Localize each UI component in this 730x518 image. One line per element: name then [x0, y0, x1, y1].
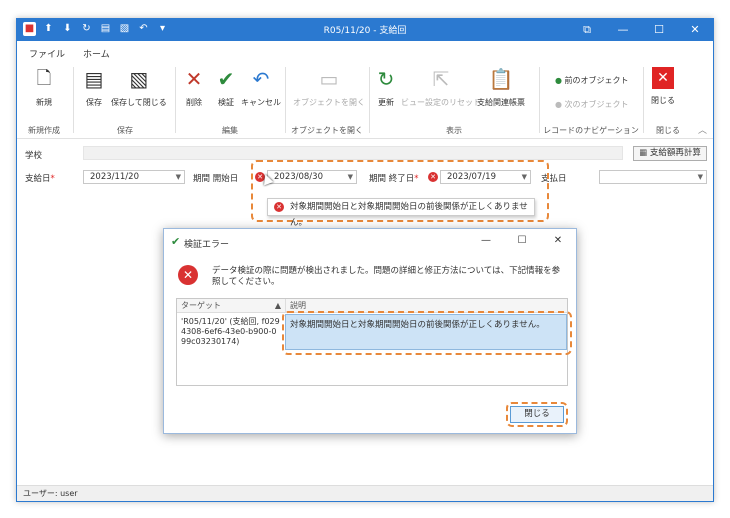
undo-arrow-icon: ↶ — [252, 67, 270, 91]
pay-date-field[interactable]: 2023/11/20 ▼ — [83, 170, 185, 184]
validation-tooltip: ✕ 対象期間開始日と対象期間開始日の前後関係が正しくありません。 — [267, 198, 535, 228]
report-button[interactable]: 📋 支給関連帳票 — [477, 67, 525, 108]
prev-object-button[interactable]: ● 前のオブジェクト — [555, 75, 629, 86]
ribbon-divider — [73, 67, 74, 133]
dialog-window-controls: — ☐ ✕ — [468, 229, 576, 253]
maximize-button[interactable]: ☐ — [641, 19, 677, 41]
cancel-button[interactable]: ↶ キャンセル — [241, 67, 281, 108]
group-new-create: 新規作成 — [28, 126, 60, 135]
group-edit: 編集 — [222, 126, 238, 135]
open-object-icon: ▭ — [319, 67, 339, 91]
ribbon-divider — [643, 67, 644, 133]
ribbon-divider — [369, 67, 370, 133]
ribbon-divider — [539, 67, 540, 133]
pay-date-label: 支給日* — [25, 174, 55, 184]
group-open-object: オブジェクトを開く — [291, 126, 363, 135]
highlight-frame — [506, 402, 568, 427]
ribbon-divider — [175, 67, 176, 133]
payment-date-field[interactable]: ▼ — [599, 170, 707, 184]
minimize-button[interactable]: — — [605, 19, 641, 41]
new-button[interactable]: 🗋 新規 — [31, 67, 57, 108]
arrow-up-circle-icon: ● — [555, 76, 562, 85]
reset-view-button[interactable]: ⇱ ビュー設定のリセット — [401, 67, 481, 108]
chevron-down-icon[interactable]: ▼ — [176, 171, 181, 183]
error-icon: ✕ — [178, 265, 198, 285]
close-button[interactable]: ✕ 閉じる — [651, 67, 675, 106]
checkmark-icon: ✔ — [171, 235, 181, 248]
checkmark-icon: ✔ — [217, 67, 235, 91]
tab-file[interactable]: ファイル — [29, 47, 65, 60]
column-header-target[interactable]: ターゲット ▲ — [177, 299, 285, 313]
period-start-label: 期間 開始日 — [193, 174, 239, 184]
school-label: 学校 — [25, 151, 43, 161]
chevron-down-icon[interactable]: ▼ — [698, 171, 703, 183]
collapse-ribbon-icon[interactable]: ︿ — [698, 123, 707, 136]
dialog-title: 検証エラー — [184, 240, 230, 250]
clipboard-icon: 📋 — [488, 67, 514, 91]
error-grid: ターゲット ▲ 説明 'R05/11/20' (支給回, f0294308-6e… — [176, 298, 572, 386]
new-document-icon: 🗋 — [36, 68, 52, 89]
open-object-button[interactable]: ▭ オブジェクトを開く — [293, 67, 365, 108]
school-field[interactable] — [83, 146, 623, 160]
save-close-icon: ▧ — [129, 67, 149, 91]
group-save: 保存 — [117, 126, 133, 135]
next-object-button[interactable]: ● 次のオブジェクト — [555, 99, 629, 110]
grid-cell-target[interactable]: 'R05/11/20' (支給回, f0294308-6ef6-43e0-b90… — [181, 317, 281, 347]
ribbon-tabs: ファイル ホーム — [17, 41, 713, 63]
dialog-message: データ検証の際に問題が検出されました。問題の詳細と修正方法については、下記情報を… — [212, 266, 561, 287]
sort-asc-icon: ▲ — [274, 301, 281, 310]
group-display: 表示 — [446, 126, 462, 135]
arrow-down-circle-icon: ● — [555, 100, 562, 109]
save-close-button[interactable]: ▧ 保存して閉じる — [111, 67, 167, 108]
close-window-button[interactable]: ✕ — [677, 19, 713, 41]
status-bar: ユーザー: user — [17, 485, 713, 501]
group-close: 閉じる — [656, 126, 680, 135]
delete-x-icon: ✕ — [185, 67, 203, 91]
group-record-nav: レコードのナビゲーション — [543, 126, 639, 135]
calculator-icon: ▦ — [639, 148, 648, 158]
restore-layout-button[interactable]: ⧉ — [569, 19, 605, 41]
close-red-icon: ✕ — [652, 67, 674, 89]
refresh-icon: ↻ — [377, 67, 395, 91]
dialog-minimize-button[interactable]: — — [468, 229, 504, 253]
dialog-close-window-button[interactable]: ✕ — [540, 229, 576, 253]
window-controls: ⧉ — ☐ ✕ — [569, 19, 713, 41]
delete-button[interactable]: ✕ 削除 — [181, 67, 207, 108]
save-button[interactable]: ▤ 保存 — [81, 67, 107, 108]
save-icon: ▤ — [84, 67, 104, 91]
recalc-button[interactable]: ▦ 支給額再計算 — [633, 146, 707, 161]
dialog-maximize-button[interactable]: ☐ — [504, 229, 540, 253]
validation-error-dialog: ✔ 検証エラー — ☐ ✕ ✕ データ検証の際に問題が検出されました。問題の詳細… — [163, 228, 577, 434]
highlight-frame — [282, 311, 572, 355]
refresh-button[interactable]: ↻ 更新 — [373, 67, 399, 108]
reset-view-icon: ⇱ — [432, 67, 450, 91]
ribbon-divider — [285, 67, 286, 133]
error-icon: ✕ — [274, 202, 284, 212]
title-bar: ■ ⬆ ⬇ ↻ ▤ ▧ ↶ ▾ R05/11/20 - 支給回 ⧉ — ☐ ✕ — [17, 19, 713, 41]
ribbon: 🗋 新規 新規作成 ▤ 保存 ▧ 保存して閉じる 保存 ✕ 削除 ✔ 検証 ↶ … — [17, 61, 713, 139]
validate-button[interactable]: ✔ 検証 — [213, 67, 239, 108]
